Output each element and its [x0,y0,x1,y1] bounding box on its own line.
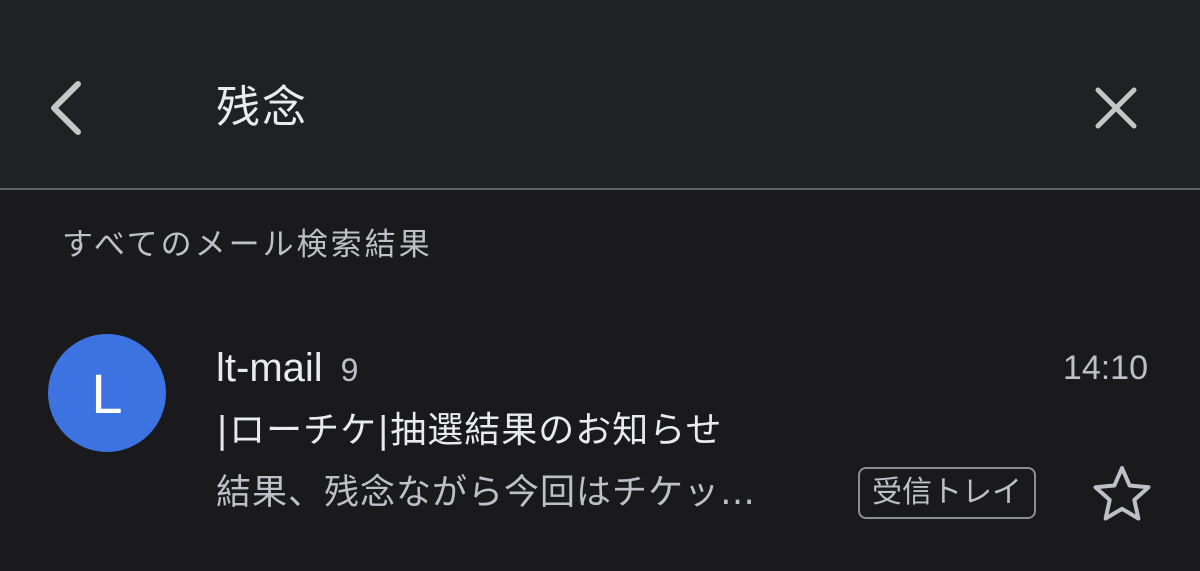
chevron-left-icon[interactable] [38,76,94,140]
avatar-letter: L [91,361,123,425]
close-icon[interactable] [1088,80,1144,136]
results-section-label: すべてのメール検索結果 [62,227,433,263]
inbox-label-chip: 受信トレイ [858,467,1036,519]
search-header: 残念 [0,0,1200,190]
email-list-item[interactable]: L lt-mail 9 14:10 |ローチケ|抽選結果のお知らせ 結果、残念なが… [0,310,1200,550]
sender-line: lt-mail 9 [216,340,358,396]
email-time: 14:10 [1062,349,1148,387]
sender-name: lt-mail [216,346,323,390]
email-subject: |ローチケ|抽選結果のお知らせ [216,410,723,451]
avatar: L [48,334,166,452]
star-outline-icon[interactable] [1090,462,1154,526]
search-query[interactable]: 残念 [216,78,308,138]
thread-count: 9 [340,352,359,388]
email-snippet: 結果、残念ながら今回はチケッ… [216,473,757,513]
